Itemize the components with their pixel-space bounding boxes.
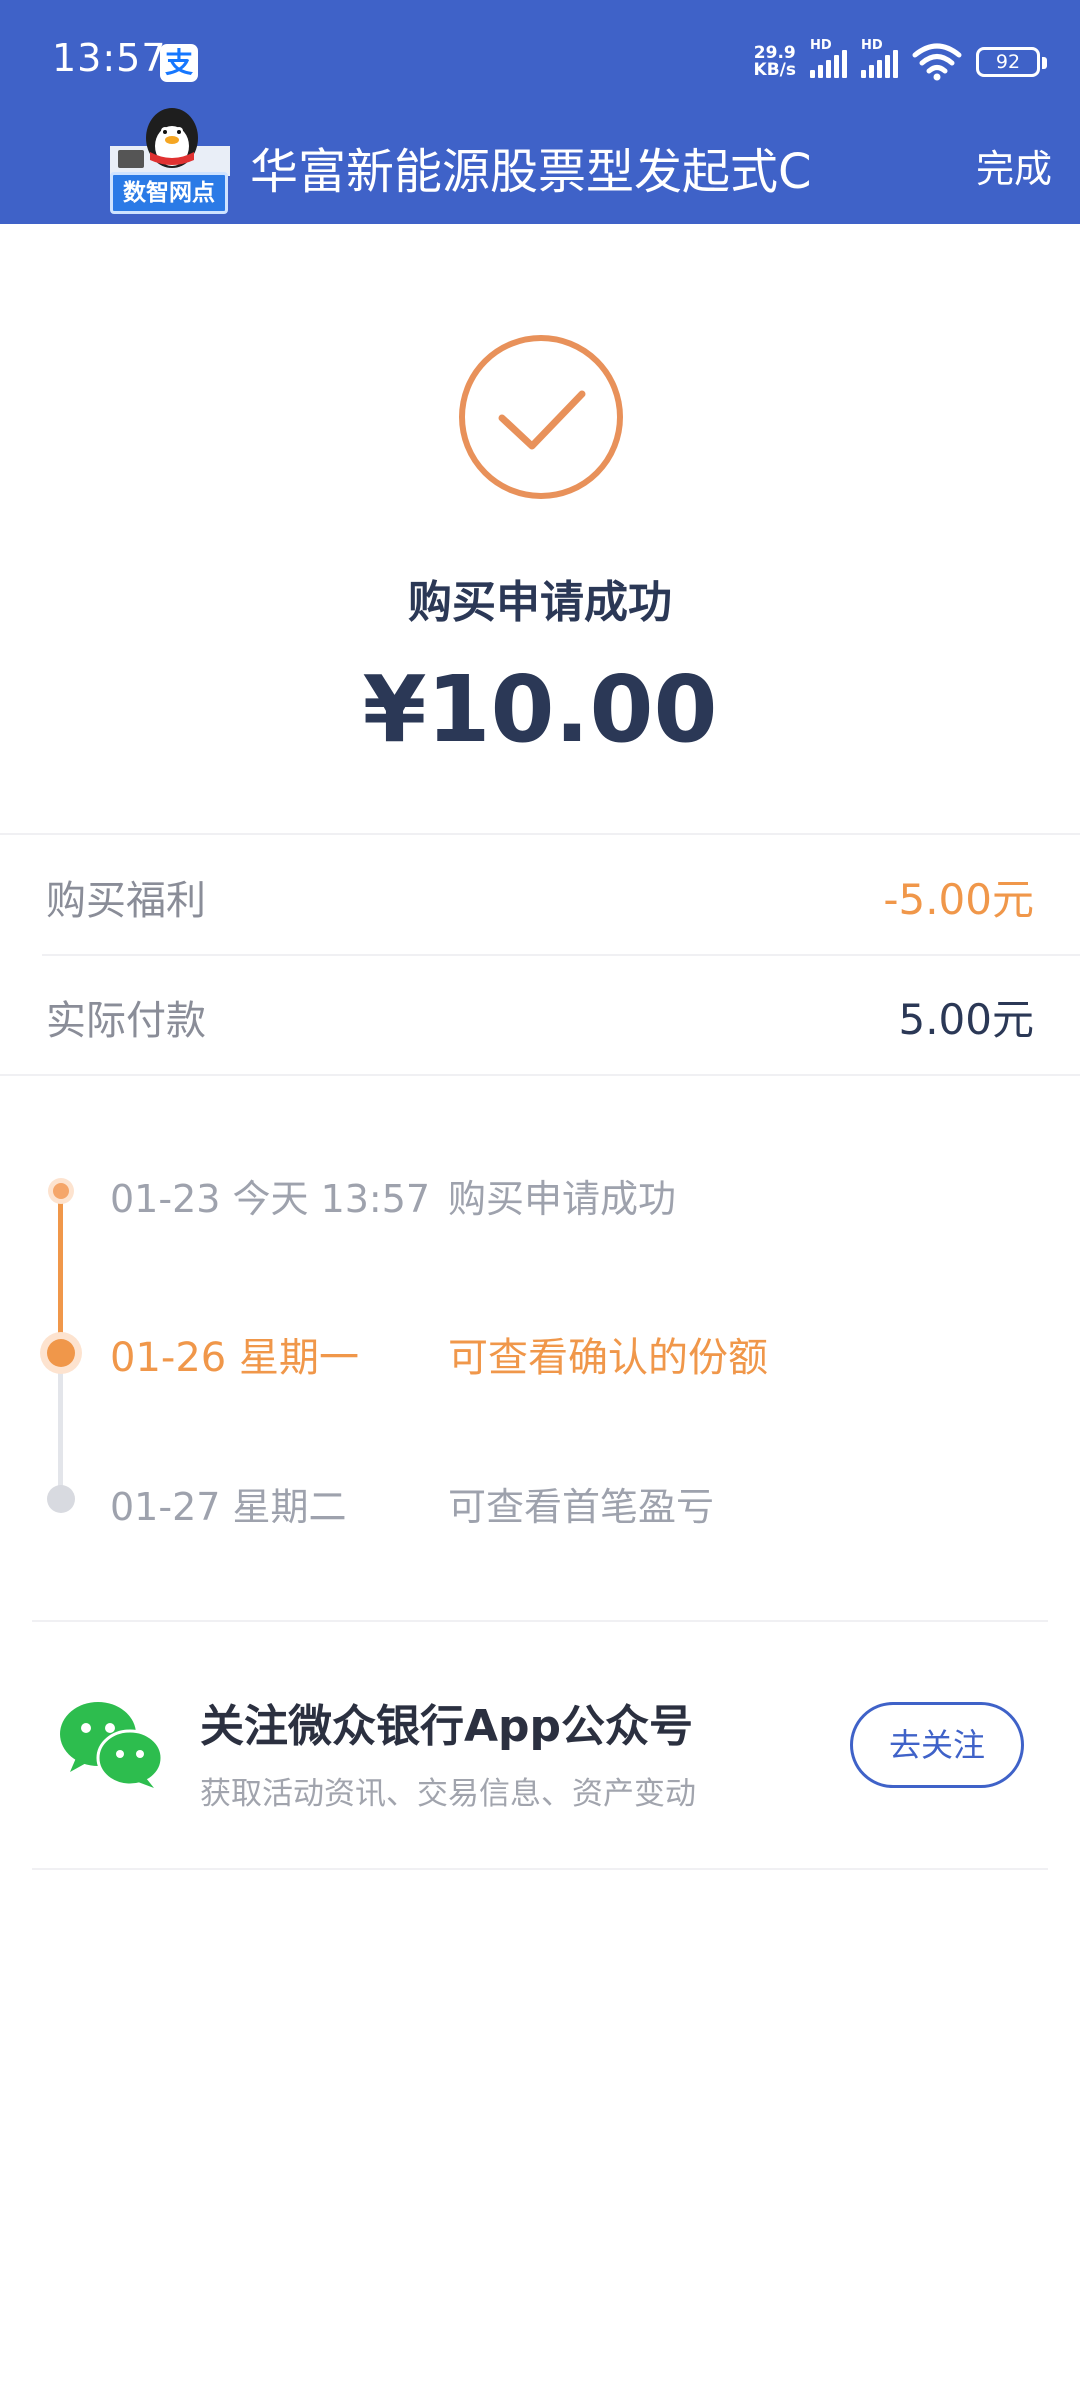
- follow-button[interactable]: 去关注: [850, 1702, 1024, 1788]
- section-divider: [0, 1074, 1080, 1076]
- done-button[interactable]: 完成: [976, 138, 1052, 193]
- section-divider: [32, 1620, 1048, 1622]
- hd-label-2: HD: [861, 38, 883, 53]
- benefit-label: 购买福利: [46, 878, 206, 924]
- status-indicators: 29.9 KB/s HD HD 92: [754, 38, 1047, 84]
- timeline-date-2: 01-26 星期一: [110, 1335, 359, 1381]
- payment-label: 实际付款: [46, 998, 206, 1044]
- battery-icon: 92: [976, 47, 1047, 77]
- follow-subtitle: 获取活动资讯、交易信息、资产变动: [200, 1776, 696, 1812]
- app-header: 13:57 支 29.9 KB/s HD HD 92 数智网点 华富新能源股票型…: [0, 0, 1080, 224]
- timeline-desc-1: 购买申请成功: [448, 1177, 677, 1221]
- row-divider: [42, 954, 1080, 956]
- status-time: 13:57: [52, 36, 167, 80]
- wechat-icon: [60, 1702, 164, 1788]
- cell-signal-1-icon: HD: [810, 38, 847, 78]
- follow-title: 关注微众银行App公众号: [200, 1701, 694, 1752]
- status-bar: 13:57 支 29.9 KB/s HD HD 92: [0, 0, 1080, 120]
- hd-label-1: HD: [810, 38, 832, 53]
- payment-value: 5.00元: [898, 995, 1034, 1044]
- branch-logo: 数智网点: [110, 106, 230, 214]
- timeline-desc-2: 可查看确认的份额: [448, 1335, 768, 1381]
- network-speed-unit: KB/s: [753, 60, 796, 80]
- timeline-date-1: 01-23 今天 13:57: [110, 1177, 431, 1221]
- section-divider: [32, 1868, 1048, 1870]
- alipay-notification-icon: 支: [160, 44, 198, 82]
- network-speed: 29.9 KB/s: [754, 45, 796, 79]
- timeline-dot-active-inner: [47, 1339, 75, 1367]
- timeline-desc-3: 可查看首笔盈亏: [448, 1485, 715, 1529]
- logo-badge: 数智网点: [110, 172, 228, 214]
- section-divider: [0, 833, 1080, 835]
- wifi-icon: [912, 43, 962, 81]
- cell-signal-2-icon: HD: [861, 38, 898, 78]
- success-check-icon: [459, 335, 623, 499]
- result-title: 购买申请成功: [408, 577, 672, 628]
- benefit-value: -5.00元: [883, 875, 1034, 924]
- timeline-dot-pending: [47, 1485, 75, 1513]
- page-title: 华富新能源股票型发起式C: [250, 144, 812, 200]
- purchase-amount: ¥10.00: [362, 656, 718, 763]
- timeline-line-done: [58, 1192, 63, 1350]
- timeline-dot-done-inner: [53, 1183, 69, 1199]
- timeline-date-3: 01-27 星期二: [110, 1485, 347, 1529]
